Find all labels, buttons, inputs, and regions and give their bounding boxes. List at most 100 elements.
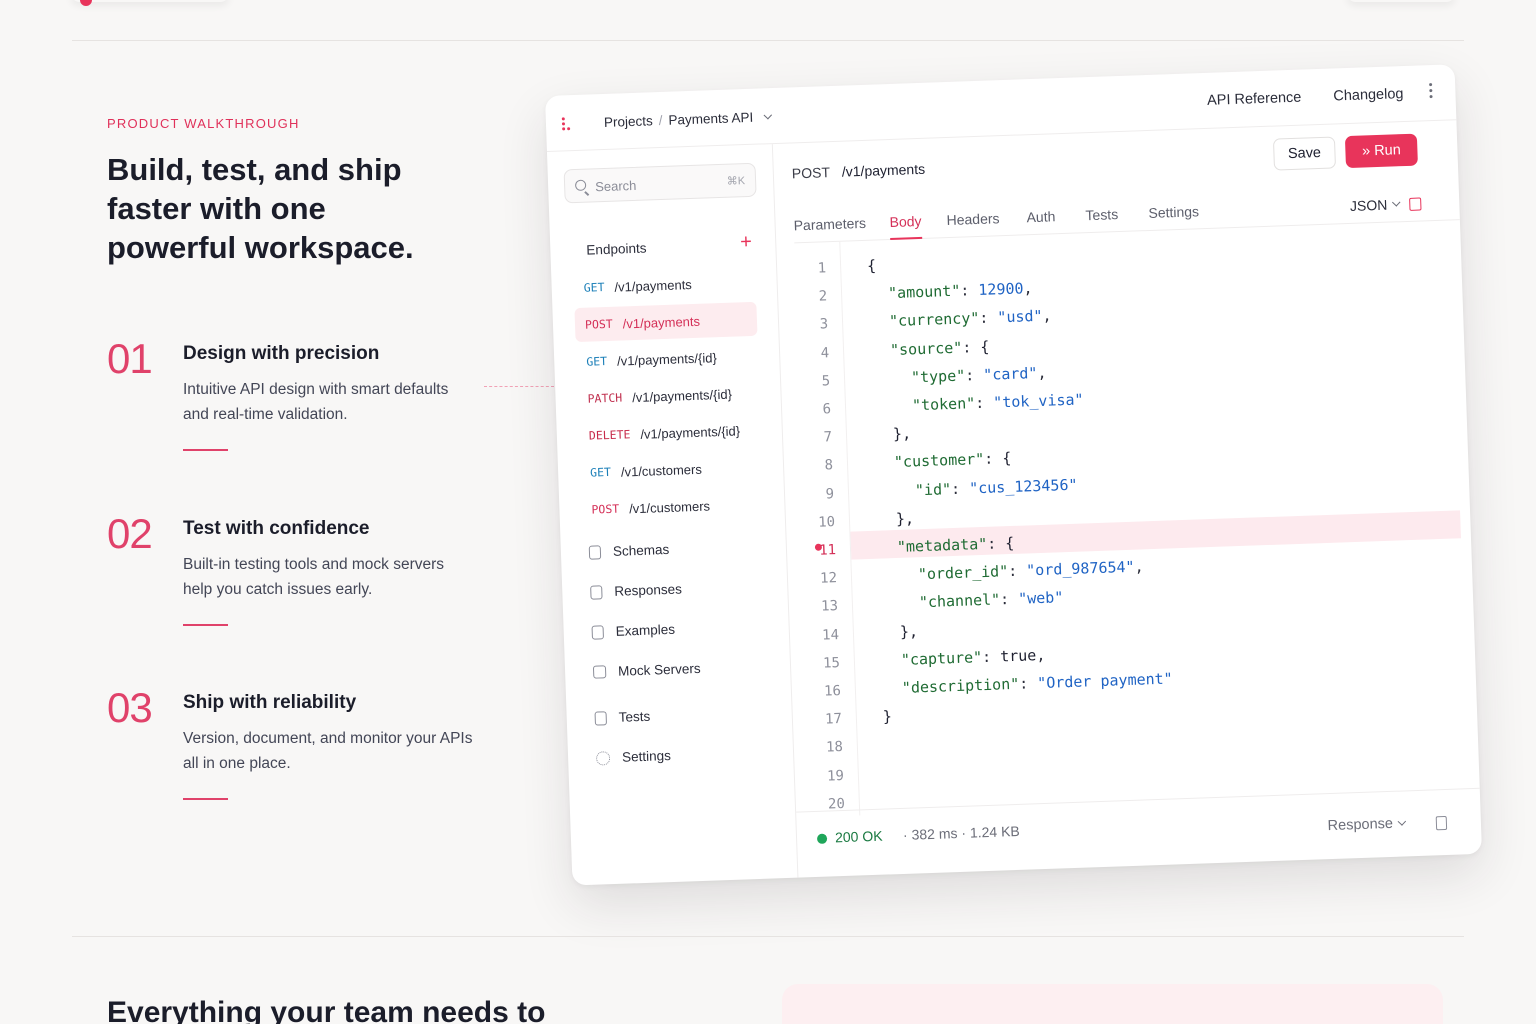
endpoint-item[interactable]: GET /v1/payments/{id}	[576, 339, 759, 379]
json-value: 12900	[978, 279, 1024, 300]
app-logo-icon[interactable]	[561, 117, 572, 131]
json-value: }	[882, 707, 893, 726]
tab-body[interactable]: Body	[889, 213, 921, 230]
code-editor[interactable]: 1 2 3 4 5 6 7 8 9 10 11 12 13 14 15 16 17 18 19 20 {"amount…	[776, 220, 1480, 818]
link-changelog[interactable]: Changelog	[1333, 86, 1404, 104]
json-key: "description"	[901, 674, 1020, 697]
code-line: "amount": 12900,	[887, 279, 1033, 303]
status-code: 200 OK	[834, 827, 883, 846]
chevron-down-icon	[1397, 817, 1407, 826]
nav-label: Examples	[615, 621, 676, 639]
sidebar: Search ⌘K Endpoints + GET /v1/payments P…	[546, 144, 799, 886]
code-line: "currency": "usd",	[888, 306, 1052, 331]
code-line: },	[896, 509, 915, 528]
response-label: Response	[1327, 815, 1394, 835]
tab-settings[interactable]: Settings	[1148, 203, 1199, 221]
bottom-divider	[72, 936, 1464, 937]
run-button[interactable]: » Run	[1344, 133, 1418, 169]
json-value: "usd"	[997, 307, 1043, 327]
search-input[interactable]: Search ⌘K	[563, 162, 757, 204]
request-editor: POST /v1/payments Save » Run Parameters …	[773, 120, 1483, 878]
feature-description: Version, document, and monitor your APIs…	[183, 730, 473, 772]
code-line: "order_id": "ord_987654",	[917, 557, 1144, 584]
method-badge: GET	[583, 280, 605, 295]
app-window: Projects / Payments API API Reference Ch…	[545, 64, 1483, 886]
feature-description: Built-in testing tools and mock servers …	[183, 556, 445, 598]
section-eyebrow: PRODUCT WALKTHROUGH	[107, 116, 300, 131]
json-value: "Order payment"	[1036, 669, 1173, 693]
request-line: POST /v1/payments	[792, 161, 926, 182]
json-key: "token"	[911, 394, 976, 415]
export-icon[interactable]	[1409, 197, 1422, 211]
request-method: POST	[791, 164, 831, 182]
tab-tests[interactable]: Tests	[1085, 206, 1118, 223]
breadcrumb-current[interactable]: Payments API	[668, 110, 753, 128]
json-key: "id"	[914, 479, 952, 499]
endpoint-item[interactable]: POST /v1/customers	[581, 487, 764, 527]
code-line: "id": "cus_123456"	[914, 475, 1078, 499]
method-badge: POST	[584, 316, 613, 332]
line-number: 3	[819, 316, 829, 333]
endpoint-item[interactable]: GET /v1/customers	[580, 450, 763, 490]
top-divider	[72, 40, 1464, 41]
save-button[interactable]: Save	[1272, 136, 1337, 171]
tab-parameters[interactable]: Parameters	[793, 215, 866, 234]
tab-headers[interactable]: Headers	[946, 210, 999, 228]
nav-tests[interactable]: Tests	[594, 709, 650, 726]
response-size: 1.24 KB	[969, 822, 1020, 841]
line-number: 9	[825, 485, 835, 503]
endpoint-item[interactable]: PATCH /v1/payments/{id}	[577, 376, 760, 416]
nav-settings[interactable]: Settings	[595, 748, 672, 766]
more-icon[interactable]	[1429, 83, 1434, 99]
line-number: 19	[826, 767, 845, 785]
endpoint-item-active[interactable]: POST /v1/payments	[574, 301, 758, 343]
code-line: },	[900, 622, 919, 641]
gear-icon	[595, 750, 611, 766]
feature-underline	[183, 624, 228, 626]
feature-description: Intuitive API design with smart defaults…	[183, 381, 449, 423]
nav-mock-servers[interactable]: Mock Servers	[592, 660, 701, 680]
format-select[interactable]: JSON	[1350, 196, 1401, 214]
schema-icon	[588, 544, 602, 560]
test-icon	[594, 710, 607, 726]
breadcrumb-separator: /	[658, 112, 663, 129]
line-number: 11	[818, 542, 837, 559]
response-dropdown[interactable]: Response	[1327, 815, 1407, 835]
nav-label: Mock Servers	[617, 660, 701, 679]
feature-title: Design with precision	[183, 343, 380, 364]
method-badge: GET	[589, 464, 612, 480]
copy-icon[interactable]	[1435, 815, 1448, 831]
feature-connector-line	[484, 386, 554, 387]
nav-responses[interactable]: Responses	[590, 582, 682, 600]
search-icon	[574, 179, 587, 191]
json-value: "cus_123456"	[968, 475, 1078, 498]
next-section-headline: Everything your team needs to	[107, 996, 546, 1024]
feature-underline	[183, 798, 228, 800]
method-badge: POST	[591, 501, 620, 517]
breadcrumb-projects[interactable]: Projects	[604, 113, 653, 130]
endpoint-item[interactable]: GET /v1/payments	[573, 265, 756, 305]
json-value: {	[1001, 449, 1012, 468]
tab-auth[interactable]: Auth	[1026, 208, 1055, 225]
endpoint-item[interactable]: DELETE /v1/payments/{id}	[578, 413, 761, 453]
feature-title: Ship with reliability	[183, 692, 357, 713]
json-key: "metadata"	[896, 534, 988, 556]
json-key: "type"	[910, 366, 966, 387]
search-shortcut: ⌘K	[726, 175, 746, 188]
endpoint-path: /v1/payments/{id}	[640, 422, 741, 442]
link-api-reference[interactable]: API Reference	[1207, 90, 1302, 109]
code-line: "description": "Order payment"	[901, 669, 1173, 697]
line-number: 4	[820, 344, 830, 362]
nav-label: Tests	[618, 708, 651, 725]
add-endpoint-button[interactable]: +	[740, 231, 752, 254]
json-value: "tok_visa"	[992, 390, 1084, 412]
chevron-down-icon[interactable]	[763, 110, 773, 119]
json-key: "source"	[889, 338, 963, 359]
endpoint-path: /v1/customers	[628, 497, 711, 516]
nav-schemas[interactable]: Schemas	[588, 542, 669, 560]
request-path: /v1/payments	[841, 160, 926, 180]
nav-label: Settings	[621, 748, 672, 765]
nav-examples[interactable]: Examples	[591, 622, 675, 640]
code-line: },	[893, 425, 912, 444]
json-key: "customer"	[893, 450, 985, 472]
